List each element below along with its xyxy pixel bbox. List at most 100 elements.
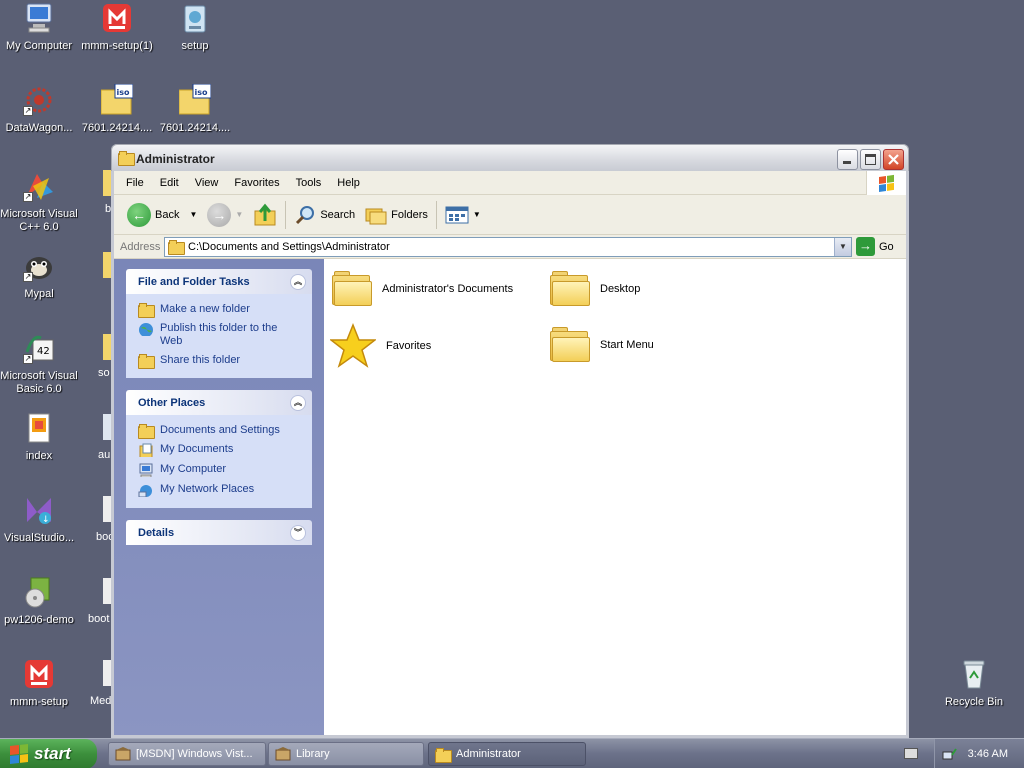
desktop-icon-mypal[interactable]: ↗ Mypal — [0, 250, 78, 301]
task-pane: File and Folder Tasks ︽ Make a new folde… — [114, 259, 324, 735]
menu-view[interactable]: View — [187, 177, 227, 189]
partial-label: au — [98, 449, 111, 461]
network-places-icon — [138, 485, 152, 497]
maximize-button[interactable] — [860, 149, 881, 170]
forward-button[interactable]: → ▼ — [202, 200, 248, 230]
recycle-bin-icon — [958, 658, 990, 690]
taskbar-button-label: Administrator — [456, 748, 521, 760]
back-arrow-icon: ← — [127, 202, 151, 227]
library-app-icon — [275, 747, 291, 761]
menu-favorites[interactable]: Favorites — [226, 177, 287, 189]
back-button[interactable]: ← Back ▼ — [122, 200, 202, 230]
task-make-new-folder[interactable]: Make a new folder — [138, 300, 302, 319]
address-dropdown-button[interactable]: ▼ — [834, 237, 851, 256]
keyboard-icon[interactable] — [904, 748, 918, 759]
address-bar: Address C:\Documents and Settings\Admini… — [114, 235, 906, 259]
chevron-down-icon[interactable]: ▼ — [235, 210, 243, 219]
desktop-icon-visual-cpp[interactable]: ↗ Microsoft Visual C++ 6.0 — [0, 170, 78, 234]
go-arrow-icon: → — [856, 237, 875, 256]
task-publish-folder[interactable]: Publish this folder to the Web — [138, 319, 302, 351]
taskbar-button-administrator[interactable]: Administrator — [428, 742, 586, 766]
windows-logo-icon — [866, 171, 906, 195]
taskbar-button-library[interactable]: Library — [268, 742, 424, 766]
desktop-icon-mmm-setup-1[interactable]: mmm-setup(1) — [78, 2, 156, 53]
desktop-icon-index[interactable]: index — [0, 412, 78, 463]
place-my-computer[interactable]: My Computer — [138, 460, 302, 480]
mypal-icon: ↗ — [23, 250, 55, 282]
place-my-documents[interactable]: My Documents — [138, 440, 302, 460]
collapse-icon[interactable]: ︽ — [290, 274, 306, 290]
iso-file-icon: iso — [178, 83, 212, 116]
desktop-icon-setup[interactable]: setup — [156, 2, 234, 53]
close-button[interactable] — [883, 149, 904, 170]
minimize-button[interactable] — [837, 149, 858, 170]
address-input[interactable]: C:\Documents and Settings\Administrator … — [164, 236, 852, 257]
folders-icon — [365, 208, 387, 224]
desktop-icon-pw1206-demo[interactable]: pw1206-demo — [0, 576, 78, 627]
start-label: start — [34, 744, 71, 763]
folder-icon — [168, 240, 185, 255]
html-file-icon — [23, 412, 55, 444]
library-app-icon — [115, 747, 131, 761]
minimize-icon — [843, 161, 851, 164]
desktop-icon-label: index — [25, 450, 53, 462]
details-header[interactable]: Details ︾ — [126, 520, 312, 545]
datawagon-icon: ↗ — [23, 84, 55, 116]
search-button[interactable]: Search — [289, 200, 360, 230]
menu-tools[interactable]: Tools — [288, 177, 330, 189]
chevron-down-icon: ▼ — [839, 241, 847, 251]
star-icon — [330, 323, 376, 368]
file-item-favorites[interactable]: Favorites — [330, 323, 431, 369]
menu-help[interactable]: Help — [329, 177, 368, 189]
desktop-icon-my-computer[interactable]: My Computer — [0, 2, 78, 53]
go-button[interactable]: → Go — [856, 237, 894, 256]
place-my-network-places[interactable]: My Network Places — [138, 480, 302, 500]
menu-edit[interactable]: Edit — [152, 177, 187, 189]
clock[interactable]: 3:46 AM — [968, 748, 1008, 760]
toolbar-separator — [285, 200, 287, 229]
place-documents-and-settings[interactable]: Documents and Settings — [138, 421, 302, 440]
chevron-down-icon: ▼ — [472, 210, 481, 219]
views-icon — [445, 206, 469, 223]
start-button[interactable]: start — [0, 739, 97, 768]
up-folder-button[interactable] — [248, 200, 282, 230]
task-share-folder[interactable]: Share this folder — [138, 351, 302, 370]
folder-icon — [550, 271, 590, 307]
other-places-header[interactable]: Other Places ︽ — [126, 390, 312, 415]
file-item-desktop[interactable]: Desktop — [550, 271, 640, 307]
taskbar-button-msdn[interactable]: [MSDN] Windows Vist... — [108, 742, 266, 766]
address-label: Address — [120, 240, 161, 253]
partial-label: so — [98, 367, 110, 379]
desktop-icon-label: VisualStudio... — [3, 532, 75, 544]
svg-text:42: 42 — [37, 346, 50, 357]
collapse-icon[interactable]: ︽ — [290, 395, 306, 411]
file-item-administrators-documents[interactable]: Administrator's Documents — [332, 271, 513, 307]
place-label: My Documents — [160, 443, 234, 455]
taskbar-button-label: Library — [296, 748, 330, 760]
desktop-icon-iso-2[interactable]: iso 7601.24214.... — [156, 83, 234, 135]
desktop-icon-mmm-setup[interactable]: mmm-setup — [0, 658, 78, 709]
desktop-icon-visual-basic[interactable]: 42 ↗ Microsoft Visual Basic 6.0 — [0, 332, 78, 396]
expand-icon[interactable]: ︾ — [290, 525, 306, 541]
close-icon — [888, 154, 899, 165]
desktop-icon-label: pw1206-demo — [4, 614, 74, 626]
desktop-icon-recycle-bin[interactable]: Recycle Bin — [935, 658, 1013, 709]
svg-text:↓: ↓ — [42, 515, 50, 525]
window-content: File and Folder Tasks ︽ Make a new folde… — [114, 259, 906, 735]
file-folder-tasks-header[interactable]: File and Folder Tasks ︽ — [126, 269, 312, 294]
my-documents-icon — [139, 443, 153, 457]
desktop-icon-datawagon[interactable]: ↗ DataWagon... — [0, 84, 78, 135]
file-item-label: Favorites — [386, 340, 432, 352]
chevron-down-icon[interactable]: ▼ — [189, 210, 197, 219]
file-item-start-menu[interactable]: Start Menu — [550, 327, 654, 363]
place-label: My Computer — [160, 463, 227, 475]
desktop-icon-visual-studio[interactable]: ↓ VisualStudio... — [0, 494, 78, 545]
network-tray-icon[interactable] — [942, 746, 958, 762]
desktop-icon-iso-1[interactable]: iso 7601.24214.... — [78, 83, 156, 135]
folders-button[interactable]: Folders — [360, 200, 433, 230]
views-button[interactable]: ▼ — [440, 200, 486, 230]
desktop-icon-label: mmm-setup(1) — [81, 40, 153, 52]
window-titlebar[interactable]: Administrator — [111, 144, 909, 171]
folders-label: Folders — [391, 208, 428, 221]
menu-file[interactable]: File — [118, 177, 152, 189]
